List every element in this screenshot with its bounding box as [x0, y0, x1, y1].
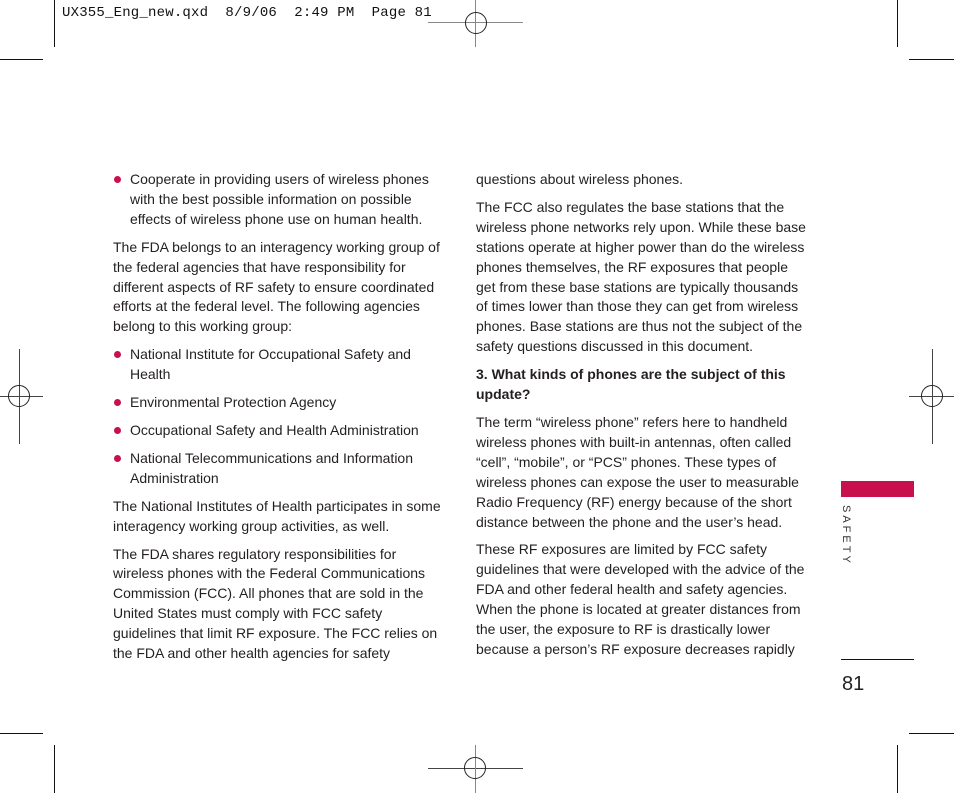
agency-list-item: National Telecommunications and Informat… — [113, 449, 448, 489]
bullet-item: Cooperate in providing users of wireless… — [113, 170, 448, 230]
section-label: SAFETY — [840, 505, 852, 566]
agency-name: Occupational Safety and Health Administr… — [130, 421, 419, 438]
bullet-dot-icon — [114, 426, 121, 434]
crop-mark-top-right-h — [909, 59, 954, 60]
page-number-rule — [841, 659, 914, 660]
print-slug: UX355_Eng_new.qxd 8/9/06 2:49 PM Page 81 — [62, 5, 432, 21]
crop-mark-bottom-left-v — [54, 745, 55, 793]
paragraph: The term “wireless phone” refers here to… — [476, 413, 799, 530]
crop-mark-bottom-right-v — [897, 745, 898, 793]
paragraph-continuation: questions about wireless phones. — [476, 171, 684, 187]
paragraph: The FDA shares regulatory responsibiliti… — [113, 545, 438, 662]
crop-mark-bottom-right-h — [909, 733, 954, 734]
paragraph: These RF exposures are limited by FCC sa… — [476, 541, 805, 657]
bullet-dot-icon — [114, 399, 121, 407]
agency-name: National Institute for Occupational Safe… — [130, 346, 411, 383]
crop-mark-bottom-left-h — [0, 733, 43, 734]
agency-list-item: Occupational Safety and Health Administr… — [113, 421, 448, 441]
agency-list-item: Environmental Protection Agency — [113, 393, 448, 413]
left-column: Cooperate in providing users of wireless… — [113, 170, 448, 672]
bullet-text: Cooperate in providing users of wireless… — [130, 171, 429, 227]
agency-name: Environmental Protection Agency — [130, 394, 337, 411]
agency-list-item: National Institute for Occupational Safe… — [113, 345, 448, 385]
paragraph: The National Institutes of Health partic… — [113, 497, 441, 534]
bullet-dot-icon — [114, 176, 121, 183]
right-column: questions about wireless phones. The FCC… — [476, 170, 811, 668]
bullet-dot-icon — [114, 351, 121, 359]
crop-mark-top-left-v — [54, 0, 55, 47]
paragraph: The FDA belongs to an interagency workin… — [113, 238, 440, 335]
agency-name: National Telecommunications and Informat… — [130, 449, 414, 486]
section-heading: 3. What kinds of phones are the subject … — [476, 366, 786, 403]
section-tab — [841, 481, 914, 497]
bullet-dot-icon — [114, 454, 121, 462]
page-number: 81 — [842, 673, 865, 695]
paragraph: The FCC also regulates the base stations… — [476, 198, 806, 355]
crop-mark-top-right-v — [897, 0, 898, 47]
crop-mark-top-left-h — [0, 59, 43, 60]
